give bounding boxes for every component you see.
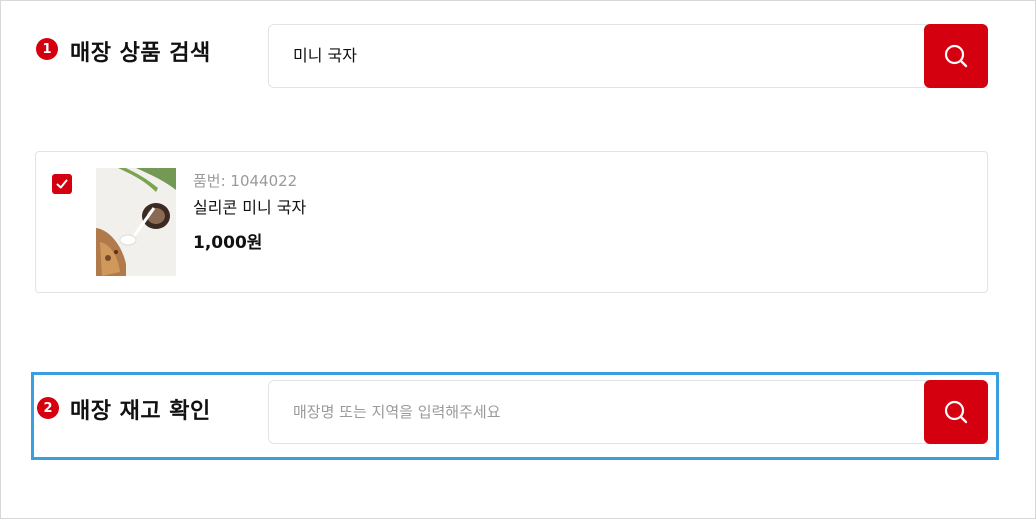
product-search-box: 미니 국자	[268, 24, 988, 88]
step-1-badge: 1	[36, 38, 58, 60]
check-icon	[56, 179, 68, 189]
product-image	[96, 168, 176, 276]
product-search-input[interactable]: 미니 국자	[293, 25, 357, 87]
product-checkbox[interactable]	[52, 174, 72, 194]
product-name: 실리콘 미니 국자	[193, 198, 307, 217]
store-search-button[interactable]	[924, 380, 988, 444]
product-search-title: 매장 상품 검색	[70, 41, 211, 66]
stock-check-title: 매장 재고 확인	[70, 399, 211, 424]
step-2-badge: 2	[37, 397, 59, 419]
product-price: 1,000원	[193, 233, 263, 253]
search-icon	[944, 400, 968, 424]
product-search-button[interactable]	[924, 24, 988, 88]
product-code: 품번: 1044022	[193, 172, 298, 190]
product-card: 품번: 1044022 실리콘 미니 국자 1,000원	[35, 151, 988, 293]
search-icon	[944, 44, 968, 68]
store-search-input[interactable]: 매장명 또는 지역을 입력해주세요	[293, 381, 501, 443]
store-search-box: 매장명 또는 지역을 입력해주세요	[268, 380, 988, 444]
